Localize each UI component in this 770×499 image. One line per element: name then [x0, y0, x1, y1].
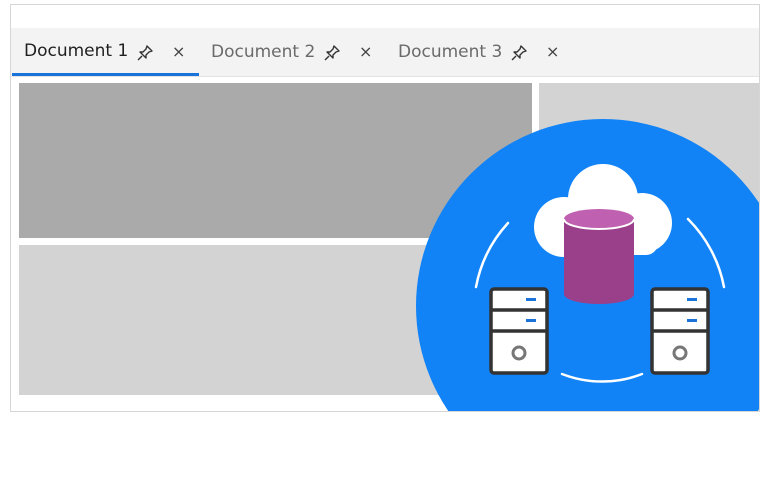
tab-strip-divider — [11, 76, 759, 77]
tab-label: Document 1 — [24, 40, 129, 61]
tab-document-2[interactable]: Document 2 × — [199, 28, 386, 76]
database-icon — [563, 209, 635, 304]
tab-document-1[interactable]: Document 1 × — [12, 28, 199, 76]
tab-label: Document 2 — [211, 42, 316, 62]
docking-window: Document 1 × Document 2 × Document 3 × — [10, 4, 760, 412]
tab-document-3[interactable]: Document 3 × — [386, 28, 573, 76]
close-icon[interactable]: × — [359, 43, 372, 61]
pin-icon[interactable] — [136, 44, 154, 62]
close-icon[interactable]: × — [172, 43, 185, 61]
pin-icon[interactable] — [510, 44, 528, 62]
close-icon[interactable]: × — [546, 43, 559, 61]
server-icon — [489, 287, 549, 375]
server-icon — [650, 287, 710, 375]
document-tab-strip: Document 1 × Document 2 × Document 3 × — [11, 28, 759, 76]
pin-icon[interactable] — [323, 44, 341, 62]
cloud-database-illustration — [416, 119, 759, 411]
tab-label: Document 3 — [398, 42, 503, 62]
